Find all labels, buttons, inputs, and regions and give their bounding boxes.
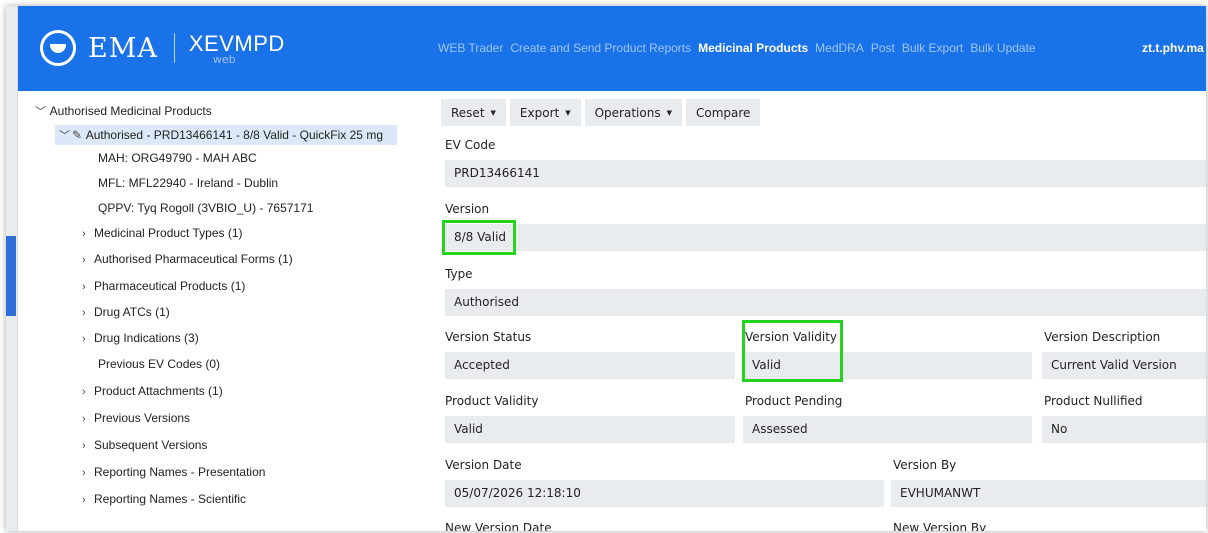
- tree-item-label: Authorised Pharmaceutical Forms (1): [94, 252, 293, 266]
- product-validity-field[interactable]: Valid: [445, 416, 735, 443]
- version-field[interactable]: 8/8 Valid: [445, 224, 1206, 251]
- version-description-label: Version Description: [1044, 330, 1161, 344]
- nav-post[interactable]: Post: [871, 41, 895, 55]
- tree-item-drug-indications[interactable]: › Drug Indications (3): [82, 328, 199, 348]
- reset-button[interactable]: Reset ▼: [441, 99, 506, 126]
- tree-item-label: Product Attachments (1): [94, 384, 223, 398]
- ema-logo-icon: [40, 30, 76, 66]
- tree-item-label: Pharmaceutical Products (1): [94, 279, 246, 293]
- tree-info-qppv[interactable]: QPPV: Tyq Rogoll (3VBIO_U) - 7657171: [98, 198, 313, 218]
- user-menu[interactable]: zt.t.phv.ma: [1142, 41, 1204, 55]
- tree-item-medicinal-product-types[interactable]: › Medicinal Product Types (1): [82, 223, 243, 243]
- chevron-right-icon[interactable]: ›: [82, 329, 94, 349]
- chevron-right-icon[interactable]: ›: [82, 303, 94, 323]
- chevron-right-icon[interactable]: ›: [82, 409, 94, 429]
- tree-item-pharmaceutical-products[interactable]: › Pharmaceutical Products (1): [82, 276, 245, 296]
- export-label: Export: [519, 105, 560, 120]
- chevron-right-icon[interactable]: ›: [82, 463, 94, 483]
- tree-item-label: Previous Versions: [94, 411, 191, 425]
- nav-web-trader[interactable]: WEB Trader: [438, 41, 503, 55]
- tree-selected-product[interactable]: ﹀ ✎ Authorised - PRD13466141 - 8/8 Valid …: [55, 125, 397, 145]
- chevron-right-icon[interactable]: ›: [82, 382, 94, 402]
- new-version-date-label: New Version Date: [445, 521, 552, 531]
- ev-code-label: EV Code: [445, 138, 496, 152]
- operations-button[interactable]: Operations ▼: [584, 99, 682, 126]
- pencil-icon: ✎: [72, 128, 83, 142]
- tree-root[interactable]: ﹀ Authorised Medicinal Products: [35, 101, 212, 121]
- background-window-strip: [6, 6, 18, 531]
- version-label: Version: [445, 202, 490, 216]
- chevron-right-icon[interactable]: ›: [82, 277, 94, 297]
- nav-meddra[interactable]: MedDRA: [815, 41, 864, 55]
- logo-text: EMA: [88, 32, 158, 64]
- product-subtitle: web: [212, 53, 236, 66]
- compare-button[interactable]: Compare: [685, 99, 761, 126]
- ema-logo[interactable]: EMA XEVMPD web: [40, 28, 285, 68]
- caret-down-icon: ▼: [565, 108, 571, 117]
- version-status-label: Version Status: [445, 330, 532, 344]
- version-validity-highlight-box: [742, 320, 843, 382]
- tree-item-label: Subsequent Versions: [94, 438, 208, 452]
- version-date-field[interactable]: 05/07/2026 12:18:10: [445, 480, 884, 507]
- version-by-field[interactable]: EVHUMANWT: [891, 480, 1206, 507]
- detail-toolbar: Reset ▼ Export ▼ Operations ▼ Compare: [441, 99, 764, 126]
- logo-divider: [173, 33, 175, 63]
- tree-info-mah[interactable]: MAH: ORG49790 - MAH ABC: [98, 148, 257, 168]
- chevron-right-icon[interactable]: ›: [82, 490, 94, 510]
- tree-item-authorised-pharmaceutical-forms[interactable]: › Authorised Pharmaceutical Forms (1): [82, 249, 293, 269]
- ev-code-field[interactable]: PRD13466141: [445, 160, 1206, 187]
- chevron-right-icon[interactable]: ›: [82, 224, 94, 244]
- tree-info-mfl[interactable]: MFL: MFL22940 - Ireland - Dublin: [98, 173, 278, 193]
- chevron-down-icon[interactable]: ﹀: [59, 126, 71, 146]
- caret-down-icon: ▼: [490, 108, 496, 117]
- version-description-field[interactable]: Current Valid Version: [1042, 352, 1206, 379]
- app-header: EMA XEVMPD web WEB Trader Create and Sen…: [18, 6, 1206, 91]
- tree-item-label: Drug ATCs (1): [94, 305, 170, 319]
- product-tree: ﹀ Authorised Medicinal Products ﹀ ✎ Autho…: [18, 91, 425, 531]
- tree-item-reporting-names-presentation[interactable]: › Reporting Names - Presentation: [82, 462, 265, 482]
- tree-item-label: Reporting Names - Scientific: [94, 492, 247, 506]
- version-by-label: Version By: [893, 458, 957, 472]
- tree-item-label: Reporting Names - Presentation: [94, 465, 266, 479]
- nav-create-send-reports[interactable]: Create and Send Product Reports: [510, 41, 691, 55]
- tree-item-product-attachments[interactable]: › Product Attachments (1): [82, 381, 223, 401]
- chevron-right-icon[interactable]: ›: [82, 436, 94, 456]
- type-field[interactable]: Authorised: [445, 289, 1206, 316]
- nav-medicinal-products[interactable]: Medicinal Products: [698, 41, 808, 55]
- version-status-field[interactable]: Accepted: [445, 352, 735, 379]
- chevron-down-icon[interactable]: ﹀: [35, 102, 47, 122]
- tree-item-subsequent-versions[interactable]: › Subsequent Versions: [82, 435, 207, 455]
- app-window: EMA XEVMPD web WEB Trader Create and Sen…: [6, 6, 1206, 531]
- product-validity-label: Product Validity: [445, 394, 539, 408]
- product-brand: XEVMPD web: [188, 31, 285, 66]
- version-highlight-box: [442, 220, 516, 255]
- export-button[interactable]: Export ▼: [509, 99, 581, 126]
- new-version-by-label: New Version By: [893, 521, 987, 531]
- compare-label: Compare: [695, 105, 751, 120]
- nav-bulk-update[interactable]: Bulk Update: [970, 41, 1035, 55]
- operations-label: Operations: [594, 105, 661, 120]
- tree-item-previous-ev-codes[interactable]: Previous EV Codes (0): [98, 354, 220, 374]
- product-nullified-label: Product Nullified: [1044, 394, 1143, 408]
- product-pending-label: Product Pending: [745, 394, 843, 408]
- product-name: XEVMPD: [188, 31, 285, 56]
- tree-item-drug-atcs[interactable]: › Drug ATCs (1): [82, 302, 170, 322]
- product-pending-field[interactable]: Assessed: [743, 416, 1032, 443]
- tree-item-label: Medicinal Product Types (1): [94, 226, 243, 240]
- chevron-right-icon[interactable]: ›: [82, 250, 94, 270]
- tree-selected-label: Authorised - PRD13466141 - 8/8 Valid - Q…: [85, 128, 383, 142]
- product-details-panel: Reset ▼ Export ▼ Operations ▼ Compare EV Co…: [425, 91, 1206, 531]
- tree-item-previous-versions[interactable]: › Previous Versions: [82, 408, 190, 428]
- tree-root-label: Authorised Medicinal Products: [49, 104, 212, 118]
- nav-bulk-export[interactable]: Bulk Export: [902, 41, 963, 55]
- main-nav: WEB Trader Create and Send Product Repor…: [438, 41, 1043, 55]
- reset-label: Reset: [451, 105, 485, 120]
- version-date-label: Version Date: [445, 458, 522, 472]
- tree-item-reporting-names-scientific[interactable]: › Reporting Names - Scientific: [82, 489, 246, 509]
- type-label: Type: [445, 267, 473, 281]
- product-nullified-field[interactable]: No: [1042, 416, 1206, 443]
- caret-down-icon: ▼: [666, 108, 672, 117]
- tree-item-label: Drug Indications (3): [94, 331, 199, 345]
